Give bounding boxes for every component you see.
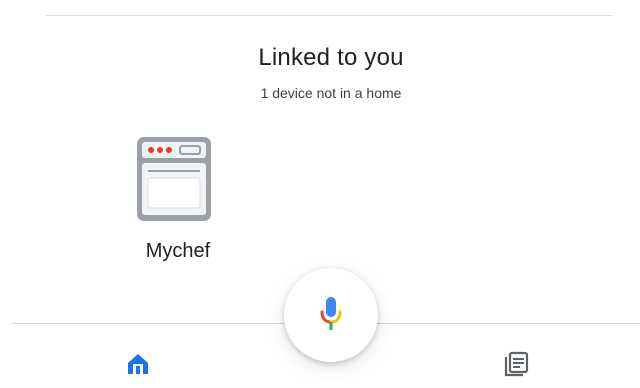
nav-home-button[interactable] [118, 344, 158, 384]
home-icon [128, 354, 148, 374]
assistant-mic-button[interactable] [284, 268, 378, 362]
top-divider [46, 15, 612, 16]
feed-icon [504, 351, 529, 377]
device-label: Mychef [145, 240, 211, 262]
section-title: Linked to you [258, 44, 404, 71]
nav-feed-button[interactable] [496, 344, 536, 384]
microphone-icon [320, 297, 342, 330]
section-subtitle: 1 device not in a home [260, 85, 402, 101]
device-tile-mychef[interactable]: Mychef [128, 128, 240, 268]
home-screen: Linked to you 1 device not in a home Myc… [0, 0, 640, 388]
oven-icon [137, 137, 211, 221]
